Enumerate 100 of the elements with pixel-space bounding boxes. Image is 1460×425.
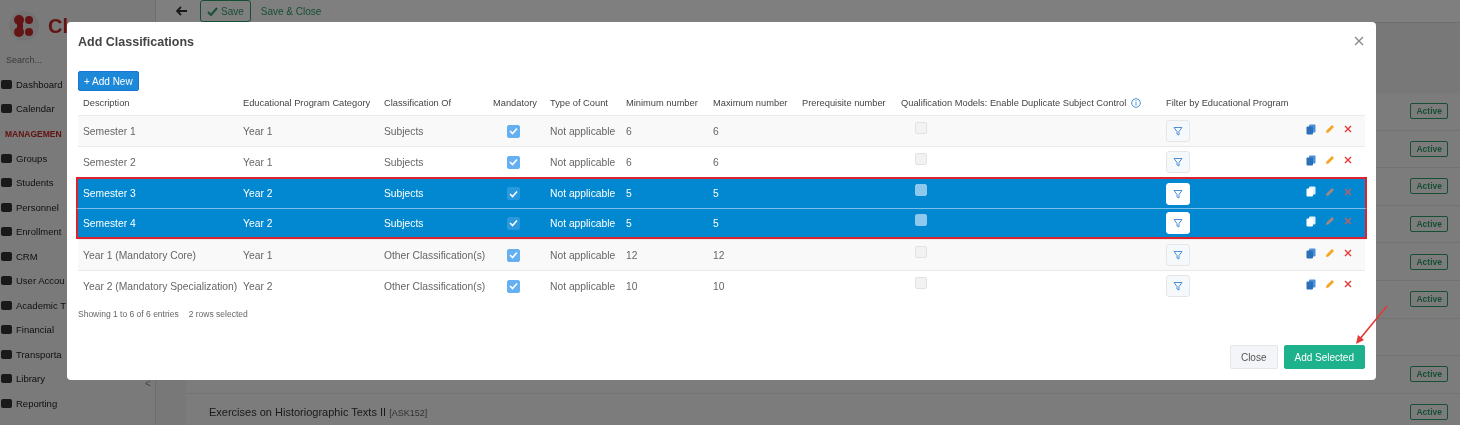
- column-header: Maximum number: [713, 98, 788, 108]
- column-header: Qualification Models: Enable Duplicate Subject Control: [901, 98, 1127, 108]
- close-button[interactable]: Close: [1229, 345, 1278, 369]
- check-icon: [207, 6, 218, 16]
- checkbox[interactable]: [507, 279, 520, 293]
- save-button[interactable]: Save: [200, 0, 251, 22]
- table-cell: Not applicable: [550, 188, 616, 199]
- table-cell: Not applicable: [550, 217, 616, 229]
- column-header: Prerequisite number: [802, 98, 886, 108]
- column-header: Description: [83, 98, 130, 108]
- logo-text: Cl: [48, 14, 68, 38]
- save-close-link[interactable]: Save & Close: [260, 5, 322, 17]
- filter-button[interactable]: [1166, 275, 1190, 297]
- table-row[interactable]: Year 1 (Mandatory Core) Year 1 Other Classification(s) Not applicable 12 12: [78, 239, 1365, 270]
- table-cell: 12: [626, 249, 638, 261]
- info-icon: [1131, 98, 1142, 108]
- table-cell: Year 1: [243, 156, 273, 168]
- column-header: Type of Count: [550, 98, 608, 108]
- funnel-icon: [1173, 157, 1183, 167]
- square-icon: [1, 202, 12, 212]
- close-icon[interactable]: [1354, 36, 1364, 46]
- selection-info: 2 rows selected: [188, 309, 248, 319]
- checkbox[interactable]: [507, 187, 520, 200]
- table-cell: 6: [713, 125, 719, 137]
- table-cell: Semester 2: [83, 156, 136, 168]
- copy-icon[interactable]: [1306, 123, 1316, 135]
- copy-icon[interactable]: [1306, 186, 1316, 197]
- funnel-icon: [1173, 250, 1183, 260]
- copy-icon[interactable]: [1306, 215, 1316, 227]
- table-cell: 5: [713, 188, 719, 199]
- checkbox[interactable]: [507, 124, 520, 138]
- collapse-toggle[interactable]: <: [145, 378, 151, 389]
- filter-button[interactable]: [1166, 120, 1190, 142]
- square-icon: [1, 325, 12, 335]
- funnel-icon: [1173, 188, 1183, 199]
- table-cell: Year 2: [243, 280, 273, 292]
- copy-icon[interactable]: [1306, 247, 1316, 259]
- square-icon: [1, 374, 12, 384]
- column-header: Minimum number: [626, 98, 698, 108]
- table-cell: 10: [713, 280, 725, 292]
- pencil-icon[interactable]: [1325, 248, 1335, 258]
- delete-icon[interactable]: [1344, 280, 1352, 288]
- funnel-icon: [1173, 281, 1183, 291]
- table-cell: 6: [626, 156, 632, 168]
- pencil-icon[interactable]: [1325, 124, 1335, 134]
- status-badge: Active: [1410, 253, 1448, 270]
- square-icon: [1, 79, 12, 89]
- funnel-icon: [1173, 126, 1183, 136]
- table-row[interactable]: Semester 3 Year 2 Subjects Not applicable 5 5: [76, 177, 1367, 208]
- status-badge: Active: [1410, 140, 1448, 157]
- column-header: Mandatory: [493, 98, 537, 108]
- checkbox[interactable]: [507, 216, 520, 230]
- table-cell: 12: [713, 249, 725, 261]
- entries-info: Showing 1 to 6 of 6 entries: [78, 309, 179, 319]
- dialog-title: Add Classifications: [78, 35, 194, 49]
- table-cell: Semester 1: [83, 125, 136, 137]
- table-cell: Year 2: [243, 188, 273, 199]
- square-icon: [1, 153, 12, 163]
- table-cell: Subjects: [384, 217, 424, 229]
- delete-icon[interactable]: [1344, 156, 1352, 164]
- table-cell: Subjects: [384, 188, 424, 199]
- square-icon: [1, 104, 12, 114]
- table-cell: Year 1: [243, 249, 273, 261]
- table-cell: Year 1: [243, 125, 273, 137]
- table-cell: Year 2 (Mandatory Specialization): [83, 280, 238, 292]
- table-cell: 5: [713, 217, 719, 229]
- pencil-icon[interactable]: [1325, 279, 1335, 289]
- column-header: Classification Of: [384, 98, 452, 108]
- table-cell: Semester 3: [83, 188, 136, 199]
- table-cell: 6: [626, 125, 632, 137]
- pencil-icon[interactable]: [1325, 155, 1335, 165]
- table-row[interactable]: Semester 4 Year 2 Subjects Not applicable 5 5: [76, 208, 1367, 239]
- table-cell: Subjects: [384, 156, 424, 168]
- table-cell: 5: [626, 217, 632, 229]
- delete-icon[interactable]: [1344, 249, 1352, 257]
- square-icon: [1, 227, 12, 237]
- add-selected-button[interactable]: Add Selected: [1283, 345, 1365, 369]
- table-cell: Not applicable: [550, 125, 616, 137]
- filter-button[interactable]: [1166, 244, 1190, 266]
- table-cell: Year 2: [243, 217, 273, 229]
- filter-button[interactable]: [1166, 151, 1190, 173]
- checkbox[interactable]: [507, 248, 520, 262]
- status-badge: Active: [1410, 404, 1448, 421]
- logo-icon: [8, 10, 40, 42]
- table-row[interactable]: Semester 1 Year 1 Subjects Not applicable 6 6: [78, 115, 1365, 146]
- square-icon: [1, 178, 12, 188]
- copy-icon[interactable]: [1306, 154, 1316, 166]
- add-new-button[interactable]: + Add New: [78, 71, 139, 91]
- table-cell: Not applicable: [550, 249, 616, 261]
- square-icon: [1, 276, 12, 286]
- checkbox[interactable]: [507, 155, 520, 169]
- table-cell: 5: [626, 188, 632, 199]
- status-badge: Active: [1410, 366, 1448, 383]
- status-badge: Active: [1410, 178, 1448, 195]
- table-cell: 6: [713, 156, 719, 168]
- copy-icon[interactable]: [1306, 278, 1316, 290]
- table-cell: Other Classification(s): [384, 280, 486, 292]
- back-arrow-icon[interactable]: [176, 6, 188, 16]
- delete-icon[interactable]: [1344, 125, 1352, 133]
- column-header: Educational Program Category: [243, 98, 371, 108]
